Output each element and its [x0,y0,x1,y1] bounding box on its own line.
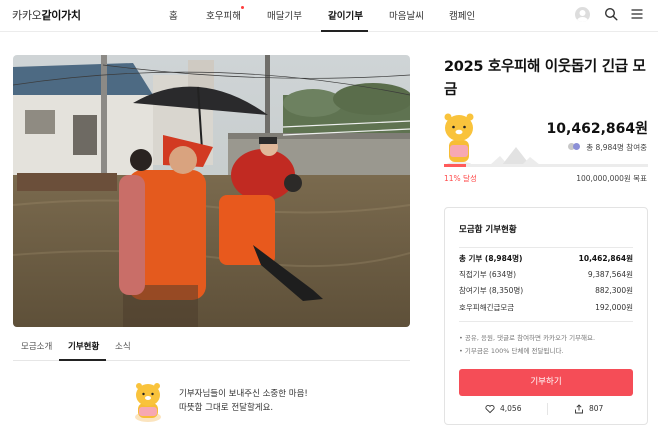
donation-box-title: 모금함 기부현황 [459,225,517,235]
raised-amount: 10,462,864원 [546,121,648,137]
donate-button[interactable]: 기부하기 [459,369,633,396]
ryan-mascot-icon [135,383,161,422]
content-tabs: 모금소개 기부현황 소식 [13,334,410,361]
donation-row-participation: 참여기부 (8,350명) 882,300원 [459,285,633,297]
nav-campaign[interactable]: 캠페인 [449,8,475,22]
donation-status-box: 모금함 기부현황 총 기부 (8,984명) 10,462,864원 직접기부 … [444,207,648,425]
tab-donation-status[interactable]: 기부현황 [68,340,99,352]
row-label: 참여기부 (8,350명) [459,286,524,295]
top-header: 카카오같이가치 홈 호우피해 매달기부 같이기부 마음날씨 캠페인 [0,0,658,32]
tab-intro[interactable]: 모금소개 [21,340,52,352]
progress-fill [444,164,467,167]
row-label: 호우피해긴급모금 [459,303,515,312]
nav-home[interactable]: 홈 [169,8,178,22]
ryan-mascot-large-icon [444,113,474,166]
avatar-icon[interactable] [575,7,590,22]
row-value: 10,462,864원 [578,254,633,263]
nav-together-donation[interactable]: 같이기부 [328,8,363,22]
share-count: 807 [589,404,604,413]
donation-row-total: 총 기부 (8,984명) 10,462,864원 [459,253,633,265]
progress-peaks-illustration [490,147,540,165]
campaign-photo [13,55,410,327]
nav-monthly-donation[interactable]: 매달기부 [267,8,302,22]
goal-amount: 100,000,000원 목표 [576,174,647,183]
participants-count: 총 8,984명 참여중 [586,143,647,152]
site-logo[interactable]: 카카오같이가치 [12,7,81,23]
tab-active-underline [59,359,106,361]
logo-bold: 같이가치 [41,9,81,22]
search-icon[interactable] [604,7,618,21]
row-value: 192,000원 [595,303,633,312]
divider [547,403,548,415]
heart-icon[interactable] [485,404,495,414]
divider [459,321,633,322]
thanks-line-1: 기부자님들이 보내주신 소중한 마음! [179,389,308,399]
divider [459,247,633,248]
participant-avatar [573,143,580,150]
campaign-title: 2025 호우피해 이웃돕기 긴급 모금 [444,59,646,98]
note-delivery: • 기부금은 100% 단체에 전달됩니다. [459,347,564,355]
row-value: 882,300원 [595,286,633,295]
row-label: 직접기부 (634명) [459,270,517,279]
nav-mind-weather[interactable]: 마음날씨 [389,8,424,22]
progress-percent-label: 11% 달성 [444,174,477,183]
nav-flood-damage[interactable]: 호우피해 [206,8,241,22]
donation-row-direct: 직접기부 (634명) 9,387,564원 [459,269,633,281]
thanks-message: 기부자님들이 보내주신 소중한 마음! 따뜻함 그대로 전달할게요. [179,387,308,415]
menu-icon[interactable] [630,7,644,21]
row-label: 총 기부 (8,984명) [459,254,523,263]
donation-row-emergency: 호우피해긴급모금 192,000원 [459,302,633,314]
note-participation: • 공유, 응원, 댓글로 참여하면 카카오가 기부해요. [459,334,596,342]
like-count: 4,056 [500,404,522,413]
row-value: 9,387,564원 [587,270,633,279]
new-dot-badge [241,6,244,9]
thanks-line-2: 따뜻함 그대로 전달할게요. [179,403,274,413]
nav-active-underline [321,30,368,32]
tab-news[interactable]: 소식 [115,340,131,352]
progress-track [444,164,648,167]
logo-brand: 카카오 [12,9,42,22]
share-icon[interactable] [574,404,584,414]
